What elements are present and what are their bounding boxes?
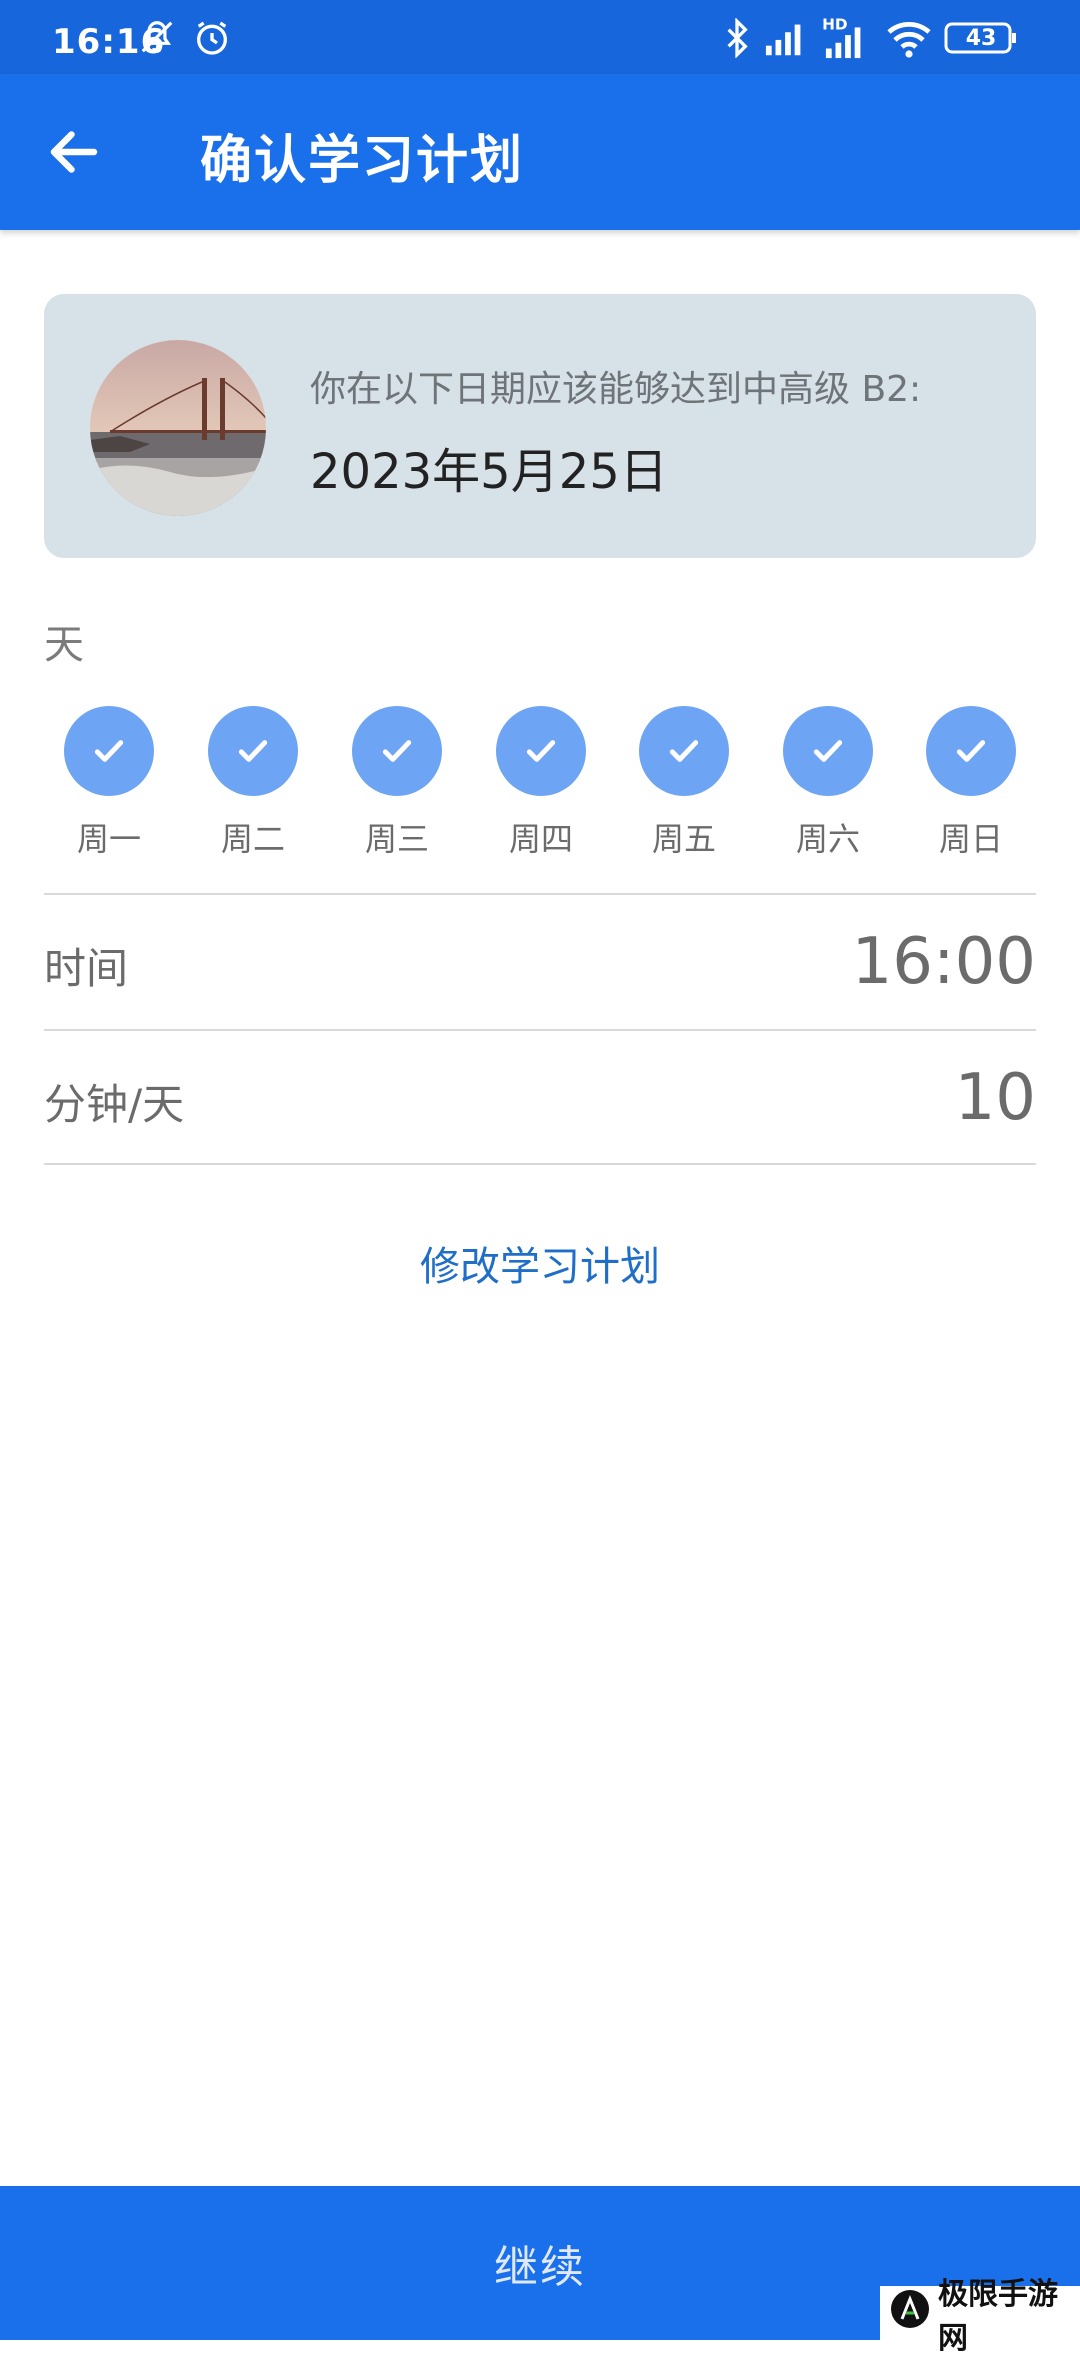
continue-label: 继续 bbox=[494, 2242, 586, 2293]
goal-description: 你在以下日期应该能够达到中高级 B2: bbox=[310, 369, 922, 410]
minutes-value: 10 bbox=[954, 1061, 1036, 1135]
day-label: 周二 bbox=[220, 820, 285, 858]
watermark-logo-icon bbox=[890, 2289, 930, 2337]
wifi-icon bbox=[884, 18, 934, 62]
bluetooth-icon bbox=[722, 17, 752, 62]
page-title: 确认学习计划 bbox=[200, 131, 525, 191]
day-toggle-fri[interactable]: 周五 bbox=[639, 706, 729, 860]
watermark-text: 极限手游网 bbox=[938, 2277, 1058, 2356]
minutes-per-day-row[interactable]: 分钟/天 10 bbox=[0, 1031, 1080, 1163]
bell-off-icon bbox=[138, 18, 176, 60]
day-toggle-tue[interactable]: 周二 bbox=[208, 706, 298, 860]
modify-plan-link[interactable]: 修改学习计划 bbox=[0, 1234, 1080, 1292]
summary-card: 你在以下日期应该能够达到中高级 B2: 2023年5月25日 bbox=[44, 294, 1036, 558]
status-bar: 16:16 HD 43 bbox=[0, 0, 1080, 74]
day-label: 周一 bbox=[76, 820, 141, 858]
check-icon bbox=[783, 706, 873, 796]
day-toggle-thu[interactable]: 周四 bbox=[496, 706, 586, 860]
day-toggle-mon[interactable]: 周一 bbox=[64, 706, 154, 860]
goal-image bbox=[90, 340, 266, 516]
day-toggle-sat[interactable]: 周六 bbox=[783, 706, 873, 860]
watermark: 极限手游网 bbox=[880, 2277, 1080, 2356]
svg-text:HD: HD bbox=[822, 15, 848, 33]
back-arrow-icon[interactable] bbox=[44, 122, 104, 182]
day-toggle-sun[interactable]: 周日 bbox=[926, 706, 1016, 860]
check-icon bbox=[926, 706, 1016, 796]
time-value: 16:00 bbox=[851, 925, 1036, 999]
check-icon bbox=[64, 706, 154, 796]
signal-icon bbox=[764, 18, 810, 62]
check-icon bbox=[639, 706, 729, 796]
check-icon bbox=[208, 706, 298, 796]
target-date: 2023年5月25日 bbox=[310, 444, 668, 500]
minutes-label: 分钟/天 bbox=[44, 1080, 185, 1129]
app-bar: 确认学习计划 bbox=[0, 74, 1080, 230]
day-label: 周四 bbox=[508, 820, 573, 858]
battery-level: 43 bbox=[965, 26, 997, 51]
check-icon bbox=[352, 706, 442, 796]
days-label: 天 bbox=[44, 622, 84, 668]
day-label: 周日 bbox=[938, 820, 1003, 858]
day-label: 周六 bbox=[795, 820, 860, 858]
day-label: 周三 bbox=[364, 820, 429, 858]
day-toggle-wed[interactable]: 周三 bbox=[352, 706, 442, 860]
time-row[interactable]: 时间 16:00 bbox=[0, 895, 1080, 1029]
divider bbox=[44, 1163, 1036, 1165]
check-icon bbox=[496, 706, 586, 796]
day-label: 周五 bbox=[651, 820, 716, 858]
time-label: 时间 bbox=[44, 944, 129, 993]
alarm-icon bbox=[192, 18, 232, 62]
hd-signal-icon: HD bbox=[822, 14, 872, 64]
